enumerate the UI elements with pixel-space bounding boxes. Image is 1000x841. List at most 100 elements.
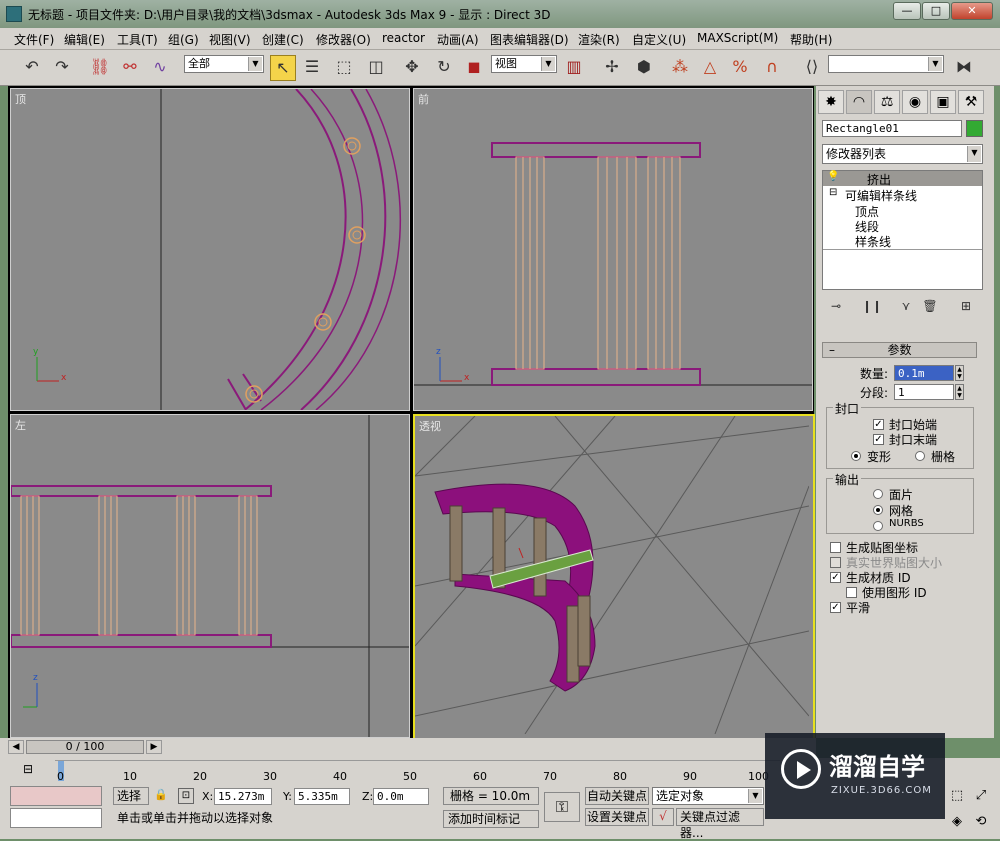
utilities-tab-icon[interactable]: ⚒: [958, 90, 984, 114]
cap-start-checkbox[interactable]: ✓: [873, 419, 884, 430]
menu-customize[interactable]: 自定义(U): [632, 31, 686, 48]
lightbulb-icon[interactable]: 💡: [827, 171, 839, 182]
morph-radio[interactable]: [851, 451, 861, 461]
redo-icon[interactable]: ↷: [50, 55, 74, 79]
minimize-button[interactable]: —: [893, 2, 921, 20]
set-key-icon[interactable]: ⚿: [544, 792, 580, 822]
viewport-label-top[interactable]: 顶: [15, 91, 26, 107]
modifier-list-dropdown[interactable]: 修改器列表 ▼: [822, 144, 983, 164]
spinner-snap-icon[interactable]: ∩: [760, 55, 784, 79]
viewport-label-left[interactable]: 左: [15, 417, 26, 433]
snap-toggle-icon[interactable]: ⁂: [668, 55, 692, 79]
orbit-icon[interactable]: ⟲: [970, 814, 992, 832]
stack-item-spline[interactable]: 样条线: [855, 233, 891, 250]
link-icon[interactable]: ⛓: [88, 55, 112, 79]
menu-file[interactable]: 文件(F): [14, 31, 54, 48]
x-coordinate-field[interactable]: 15.273m: [214, 788, 272, 805]
grid-radio[interactable]: [915, 451, 925, 461]
create-tab-icon[interactable]: ✸: [818, 90, 844, 114]
menu-reactor[interactable]: reactor: [382, 31, 425, 45]
configure-sets-icon[interactable]: ⊞: [954, 294, 978, 318]
viewport-perspective[interactable]: 透视: [413, 414, 815, 740]
key-mode-dropdown[interactable]: 选定对象 ▼: [652, 787, 764, 805]
close-button[interactable]: ✕: [951, 2, 993, 20]
mini-curve-editor-icon[interactable]: ⊟: [18, 762, 38, 780]
percent-snap-icon[interactable]: %: [728, 55, 752, 79]
menu-help[interactable]: 帮助(H): [790, 31, 832, 48]
menu-create[interactable]: 创建(C): [262, 31, 304, 48]
menu-tools[interactable]: 工具(T): [117, 31, 158, 48]
selection-filter-dropdown[interactable]: 全部 ▼: [184, 55, 264, 73]
field-of-view-icon[interactable]: ◈: [946, 814, 968, 832]
z-coordinate-field[interactable]: 0.0m: [373, 788, 429, 805]
mirror-icon[interactable]: ⧓: [952, 55, 976, 79]
smooth-checkbox[interactable]: ✓: [830, 602, 841, 613]
remove-modifier-icon[interactable]: 🗑: [918, 294, 942, 318]
amount-input[interactable]: 0.1m: [894, 365, 954, 381]
absolute-mode-icon[interactable]: ⊡: [178, 788, 194, 804]
object-name-field[interactable]: Rectangle01: [822, 120, 962, 137]
next-frame-icon[interactable]: ▶: [146, 740, 162, 754]
menu-edit[interactable]: 编辑(E): [64, 31, 105, 48]
viewport-left[interactable]: 左 z: [10, 414, 410, 738]
segments-input[interactable]: 1: [894, 384, 954, 400]
menu-maxscript[interactable]: MAXScript(M): [697, 31, 778, 45]
viewport-front[interactable]: 前 x z: [413, 88, 813, 411]
key-filters-button[interactable]: 关键点过滤器...: [676, 808, 764, 840]
angle-snap-icon[interactable]: △: [698, 55, 722, 79]
use-shape-id-checkbox[interactable]: [846, 587, 857, 598]
bind-spacewarp-icon[interactable]: ∿: [148, 55, 172, 79]
prev-frame-icon[interactable]: ◀: [8, 740, 24, 754]
nurbs-radio[interactable]: [873, 521, 883, 531]
segments-spinner[interactable]: ▲ ▼: [955, 384, 964, 400]
patch-radio[interactable]: [873, 489, 883, 499]
select-object-icon[interactable]: ↖: [270, 55, 296, 81]
menu-graph-editors[interactable]: 图表编辑器(D): [490, 31, 569, 48]
set-key-button[interactable]: 设置关键点: [585, 808, 649, 826]
collapse-icon[interactable]: ⊟: [829, 187, 837, 198]
maxscript-listener-mini[interactable]: [10, 786, 102, 806]
cap-end-checkbox[interactable]: ✓: [873, 434, 884, 445]
hierarchy-tab-icon[interactable]: ⚖: [874, 90, 900, 114]
zoom-extents-icon[interactable]: ⬚: [946, 788, 968, 806]
motion-tab-icon[interactable]: ◉: [902, 90, 928, 114]
maxscript-input-mini[interactable]: [10, 808, 102, 828]
gen-mat-id-checkbox[interactable]: ✓: [830, 572, 841, 583]
scale-icon[interactable]: ◼: [462, 55, 486, 79]
display-tab-icon[interactable]: ▣: [930, 90, 956, 114]
select-by-name-icon[interactable]: ☰: [300, 55, 324, 79]
rotate-icon[interactable]: ↻: [432, 55, 456, 79]
undo-icon[interactable]: ↶: [20, 55, 44, 79]
rect-selection-icon[interactable]: ⬚: [332, 55, 356, 79]
add-time-tag-button[interactable]: 添加时间标记: [443, 810, 539, 828]
params-rollout-header[interactable]: – 参数: [822, 342, 977, 358]
edit-named-selection-icon[interactable]: ⟨⟩: [800, 55, 824, 79]
time-slider[interactable]: 0 / 100: [26, 740, 144, 754]
viewport-label-front[interactable]: 前: [418, 91, 429, 107]
track-bar[interactable]: ⊟ 0 10 20 30 40 50 60 70 80 90 100: [0, 758, 780, 784]
maximize-button[interactable]: □: [922, 2, 950, 20]
make-unique-icon[interactable]: ⋎: [894, 294, 918, 318]
amount-spinner[interactable]: ▲ ▼: [955, 365, 964, 381]
viewport-label-perspective[interactable]: 透视: [419, 418, 441, 434]
select-manipulate-icon[interactable]: ✢: [600, 55, 624, 79]
key-curve-icon[interactable]: √: [652, 808, 674, 826]
pin-stack-icon[interactable]: ⊸: [824, 294, 848, 318]
menu-modifiers[interactable]: 修改器(O): [316, 31, 371, 48]
lock-selection-icon[interactable]: 🔒: [153, 788, 169, 804]
menu-views[interactable]: 视图(V): [209, 31, 251, 48]
show-end-result-icon[interactable]: ❙❙: [860, 294, 884, 318]
unlink-icon[interactable]: ⚯: [118, 55, 142, 79]
named-selection-dropdown[interactable]: ▼: [828, 55, 944, 73]
maximize-viewport-icon[interactable]: ⤢: [970, 788, 992, 806]
menu-group[interactable]: 组(G): [168, 31, 199, 48]
stack-item-editable-spline[interactable]: 可编辑样条线: [845, 187, 917, 204]
auto-key-button[interactable]: 自动关键点: [585, 787, 649, 805]
move-icon[interactable]: ✥: [400, 55, 424, 79]
stack-item-extrude[interactable]: 💡 挤出: [823, 171, 982, 187]
ref-coord-dropdown[interactable]: 视图 ▼: [491, 55, 557, 73]
gen-mapping-checkbox[interactable]: [830, 542, 841, 553]
menu-rendering[interactable]: 渲染(R): [578, 31, 620, 48]
menu-animation[interactable]: 动画(A): [437, 31, 479, 48]
y-coordinate-field[interactable]: 5.335m: [294, 788, 350, 805]
